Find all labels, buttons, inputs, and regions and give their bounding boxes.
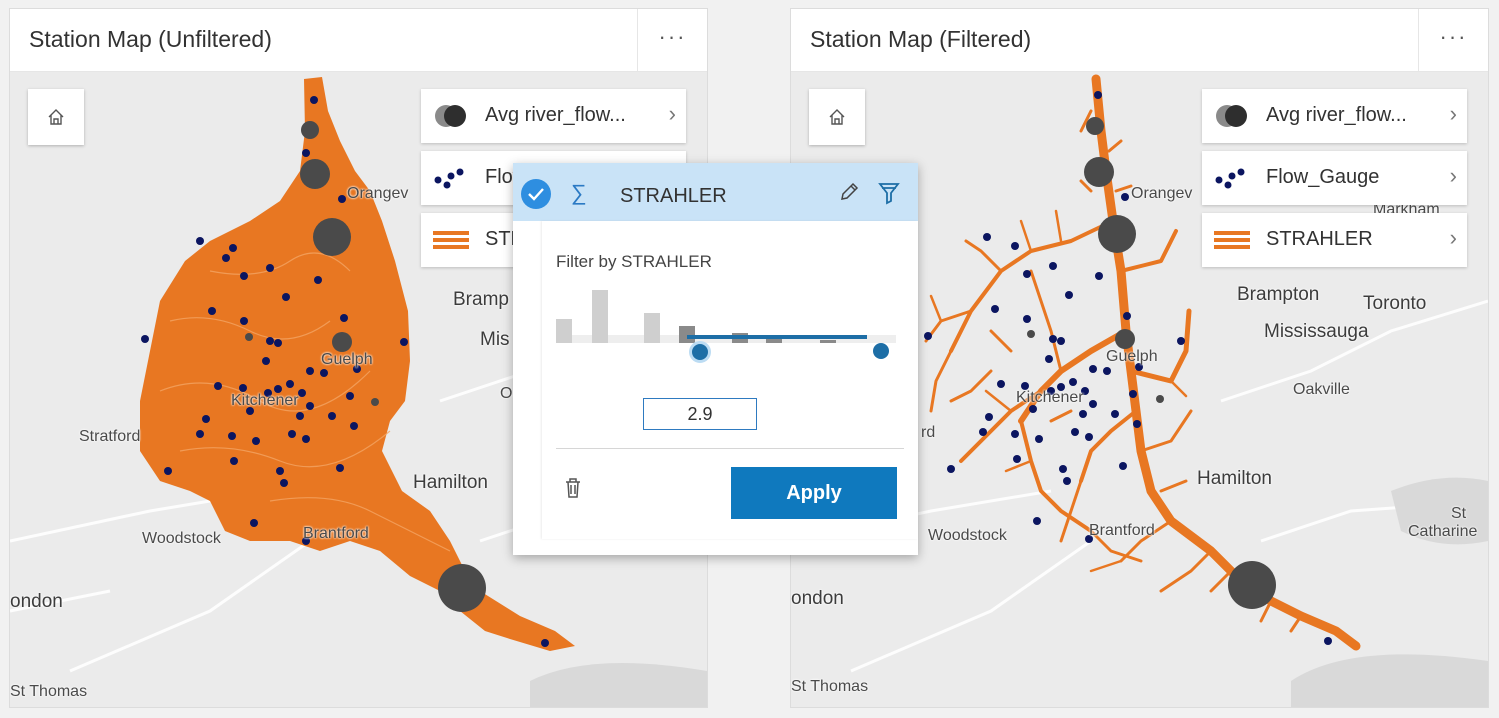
place-label-oakville: Oakville bbox=[1293, 381, 1350, 398]
place-label-orangeville: Orangev bbox=[1131, 185, 1193, 202]
strahler-histogram bbox=[556, 290, 896, 343]
place-label-st-catharines: St bbox=[1451, 505, 1467, 522]
legend-item-avg-river-flow[interactable]: Avg river_flow... › bbox=[421, 89, 686, 143]
more-options-button[interactable]: ··· bbox=[1418, 9, 1488, 71]
home-button[interactable] bbox=[28, 89, 84, 145]
divider bbox=[556, 448, 904, 449]
trash-icon[interactable] bbox=[564, 477, 582, 499]
slider-min-handle[interactable] bbox=[689, 341, 711, 363]
chevron-right-icon: › bbox=[1449, 225, 1457, 250]
sigma-icon: ∑ bbox=[571, 180, 587, 205]
place-label-guelph: Guelph bbox=[321, 351, 373, 368]
chevron-right-icon: › bbox=[1449, 101, 1457, 126]
legend-item-avg-river-flow[interactable]: Avg river_flow... › bbox=[1202, 89, 1467, 143]
legend-item-flow-gauge[interactable]: Flow_Gauge › bbox=[1202, 151, 1467, 205]
place-label-kitchener: Kitchener bbox=[1016, 389, 1084, 406]
home-button[interactable] bbox=[809, 89, 865, 145]
strahler-value-input[interactable]: 2.9 bbox=[643, 398, 757, 430]
place-label-guelph: Guelph bbox=[1106, 348, 1158, 365]
funnel-icon[interactable] bbox=[878, 181, 900, 205]
legend-item-strahler[interactable]: STRAHLER › bbox=[1202, 213, 1467, 267]
card-header: Station Map (Unfiltered) ··· bbox=[10, 9, 707, 72]
home-icon bbox=[48, 109, 64, 125]
place-label-london: ondon bbox=[791, 588, 844, 609]
card-title: Station Map (Filtered) bbox=[810, 26, 1032, 52]
legend-label: Flow_Gauge bbox=[1266, 166, 1380, 188]
line-style-icon bbox=[433, 231, 469, 249]
proportional-symbol-icon bbox=[435, 105, 466, 127]
place-label-brampton: Bramp bbox=[453, 289, 509, 310]
place-label-stratford: rd bbox=[921, 424, 936, 441]
apply-button[interactable]: Apply bbox=[731, 467, 897, 519]
place-label-stratford: Stratford bbox=[79, 428, 141, 445]
place-label-woodstock: Woodstock bbox=[142, 530, 221, 547]
place-label-kitchener: Kitchener bbox=[231, 392, 299, 409]
strahler-filter-popup: ∑ STRAHLER Filter by STRAHLER 2.9 Apply bbox=[513, 163, 918, 555]
dot-cluster-icon bbox=[434, 168, 464, 189]
place-label-hamilton: Hamilton bbox=[1197, 468, 1272, 489]
place-label-london: ondon bbox=[10, 591, 63, 612]
popup-field-name: STRAHLER bbox=[620, 185, 727, 207]
slider-max-handle[interactable] bbox=[873, 343, 889, 359]
check-circle-icon[interactable] bbox=[521, 179, 551, 209]
place-label-mississauga: Mis bbox=[480, 329, 510, 350]
legend-label: STRAHLER bbox=[1266, 228, 1373, 250]
place-label-brantford: Brantford bbox=[303, 525, 369, 542]
line-style-icon bbox=[1214, 231, 1250, 249]
legend-label: Avg river_flow... bbox=[1266, 104, 1407, 126]
popup-header: ∑ STRAHLER bbox=[513, 163, 918, 221]
pencil-icon[interactable] bbox=[838, 181, 860, 203]
place-label-orangeville: Orangev bbox=[347, 185, 409, 202]
place-label-hamilton: Hamilton bbox=[413, 472, 488, 493]
proportional-symbol-icon bbox=[1216, 105, 1247, 127]
place-label-st-thomas: St Thomas bbox=[791, 678, 869, 695]
dot-cluster-icon bbox=[1215, 168, 1245, 189]
chevron-right-icon: › bbox=[668, 101, 676, 126]
card-header: Station Map (Filtered) ··· bbox=[791, 9, 1488, 72]
filter-label: Filter by STRAHLER bbox=[556, 252, 712, 271]
place-label-st-catharines-2: Catharine bbox=[1408, 523, 1478, 540]
card-title: Station Map (Unfiltered) bbox=[29, 26, 272, 52]
popup-body: Filter by STRAHLER 2.9 Apply bbox=[542, 221, 918, 539]
place-label-mississauga: Mississauga bbox=[1264, 321, 1369, 342]
more-options-button[interactable]: ··· bbox=[637, 9, 707, 71]
chevron-right-icon: › bbox=[1449, 163, 1457, 188]
place-label-woodstock: Woodstock bbox=[928, 527, 1007, 544]
home-icon bbox=[829, 109, 845, 125]
place-label-brampton: Brampton bbox=[1237, 284, 1320, 305]
place-label-toronto: Toronto bbox=[1363, 293, 1427, 314]
place-label-st-thomas: St Thomas bbox=[10, 683, 88, 700]
place-label-brantford: Brantford bbox=[1089, 522, 1155, 539]
slider-range-fill bbox=[687, 335, 867, 339]
legend-label: Avg river_flow... bbox=[485, 104, 626, 126]
